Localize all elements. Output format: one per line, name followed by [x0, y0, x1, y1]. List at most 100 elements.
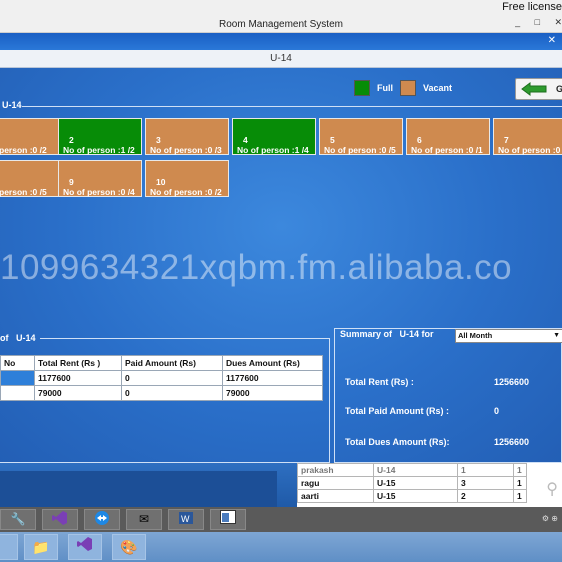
tools-icon[interactable]: 🔧 — [0, 509, 36, 530]
room-occupancy: No of person :1 /2 — [63, 145, 135, 155]
table-cell[interactable]: 0 — [121, 370, 223, 386]
room-occupancy: No of person :0 /3 — [150, 145, 222, 155]
room-number: 3 — [156, 135, 161, 145]
col-header: Paid Amount (Rs) — [121, 355, 223, 371]
room-tile[interactable]: 5 No of person :0 /5 — [319, 118, 403, 155]
total-rent-value: 1256600 — [494, 377, 530, 387]
table-row[interactable]: 79000 0 79000 — [0, 385, 323, 401]
room-tile[interactable]: 6 No of person :0 /1 — [406, 118, 490, 155]
maximize-button[interactable]: □ — [535, 17, 540, 27]
room-number: 4 — [243, 135, 248, 145]
room-occupancy: No of person :0 — [498, 145, 561, 155]
room-occupancy: No of person :0 /2 — [150, 187, 222, 197]
room-occupancy: No of person :0 /5 — [324, 145, 396, 155]
window-controls: _ □ ✕ — [505, 12, 562, 27]
close-button[interactable]: ✕ — [554, 17, 562, 28]
table-cell[interactable]: 1 — [513, 489, 527, 503]
total-paid-label: Total Paid Amount (Rs) : — [345, 406, 449, 416]
inner-close-icon[interactable]: ✕ — [548, 35, 556, 46]
table-row[interactable]: aarti U-15 2 1 — [297, 489, 527, 503]
table-cell[interactable]: 1 — [513, 463, 527, 477]
dues-table: No Total Rent (Rs ) Paid Amount (Rs) Due… — [0, 355, 323, 401]
total-paid-value: 0 — [494, 406, 500, 416]
table-cell[interactable]: 3 — [457, 476, 514, 490]
room-occupancy: No of person :0 /4 — [63, 187, 135, 197]
full-swatch — [354, 80, 370, 96]
room-number: 10 — [156, 177, 166, 187]
table-cell[interactable]: 2 — [457, 489, 514, 503]
paint-icon[interactable]: 🎨 — [112, 534, 146, 560]
vacant-swatch — [400, 80, 416, 96]
room-tile[interactable]: 2 No of person :1 /2 — [58, 118, 142, 155]
table-cell[interactable]: 1177600 — [34, 370, 122, 386]
room-tile[interactable]: 9 No of person :0 /4 — [58, 160, 142, 197]
room-dues-panel: of U-14 No Total Rent (Rs ) Paid Amount … — [0, 333, 330, 463]
section-divider — [22, 106, 562, 107]
table-row[interactable]: 1177600 0 1177600 — [0, 370, 323, 386]
section-label: U-14 — [2, 100, 22, 110]
table-cell[interactable] — [0, 370, 35, 386]
col-header: Total Rent (Rs ) — [34, 355, 122, 371]
room-number: 6 — [417, 135, 422, 145]
word-icon[interactable]: W — [168, 509, 204, 530]
start-icon[interactable] — [0, 534, 18, 560]
room-occupancy: No of person :0 /1 — [411, 145, 483, 155]
background-window — [0, 463, 297, 507]
vacant-label: Vacant — [423, 83, 453, 93]
total-dues-value: 1256600 — [494, 437, 530, 447]
room-tile[interactable]: 10 No of person :0 /2 — [145, 160, 229, 197]
summary-header: Summary of U-14 for — [340, 329, 434, 339]
teamviewer-icon[interactable] — [84, 509, 120, 530]
watermark: 1099634321xqbm.fm.alibaba.co — [0, 248, 513, 287]
room-tile[interactable]: 4 No of person :1 /4 — [232, 118, 316, 155]
system-tray[interactable]: ⚙ ⊕ — [542, 514, 558, 523]
table-cell[interactable]: U-15 — [373, 476, 458, 490]
room-number: 9 — [69, 177, 74, 187]
background-table-window: prakash U-14 1 1 ragu U-15 3 1 aarti U-1… — [297, 463, 562, 507]
table-cell[interactable]: aarti — [297, 489, 374, 503]
table-cell[interactable]: 1 — [513, 476, 527, 490]
room-tile[interactable]: 3 No of person :0 /3 — [145, 118, 229, 155]
table-cell[interactable]: ragu — [297, 476, 374, 490]
mail-icon[interactable]: ✉ — [126, 509, 162, 530]
table-cell[interactable]: U-15 — [373, 489, 458, 503]
table-cell[interactable]: prakash — [297, 463, 374, 477]
background-table: prakash U-14 1 1 ragu U-15 3 1 aarti U-1… — [297, 463, 527, 503]
summary-panel: Summary of U-14 for All Month ▼ Total Re… — [334, 328, 562, 463]
taskbar-top: 🔧 ✉ W ⚙ ⊕ — [0, 507, 562, 532]
table-row[interactable]: prakash U-14 1 1 — [297, 463, 527, 477]
table-row[interactable]: ragu U-15 3 1 — [297, 476, 527, 490]
go-back-button[interactable]: G — [515, 78, 562, 100]
table-cell[interactable]: 1177600 — [222, 370, 323, 386]
chevron-down-icon: ▼ — [553, 332, 560, 339]
month-select[interactable]: All Month ▼ — [455, 329, 562, 343]
inner-window-title: U-14 — [0, 50, 562, 68]
room-occupancy: No of person :1 /4 — [237, 145, 309, 155]
col-header: No — [0, 355, 35, 371]
title-bar: Free license Room Management System _ □ … — [0, 0, 562, 33]
table-cell[interactable] — [0, 385, 35, 401]
table-cell[interactable]: 79000 — [34, 385, 122, 401]
table-cell[interactable]: 1 — [457, 463, 514, 477]
taskbar-bottom: 📁 🎨 — [0, 532, 562, 562]
table-cell[interactable]: 0 — [121, 385, 223, 401]
visual-studio-icon[interactable] — [42, 509, 78, 530]
folder-icon[interactable]: 📁 — [24, 534, 58, 560]
window-icon[interactable] — [210, 509, 246, 530]
table-cell[interactable]: 79000 — [222, 385, 323, 401]
go-button-label: G — [556, 84, 562, 94]
room-tile[interactable]: 7 No of person :0 — [493, 118, 562, 155]
back-arrow-icon — [520, 82, 548, 96]
full-label: Full — [377, 83, 393, 93]
svg-text:W: W — [181, 514, 190, 524]
room-occupancy: person :0 /2 — [0, 145, 47, 155]
room-number: 2 — [69, 135, 74, 145]
total-rent-label: Total Rent (Rs) : — [345, 377, 414, 387]
col-header: Dues Amount (Rs) — [222, 355, 323, 371]
window-band: ✕ — [0, 33, 562, 50]
table-cell[interactable]: U-14 — [373, 463, 458, 477]
table-header-row: No Total Rent (Rs ) Paid Amount (Rs) Due… — [0, 355, 323, 371]
app-title: Room Management System — [219, 19, 343, 30]
minimize-button[interactable]: _ — [515, 17, 520, 27]
visual-studio-icon[interactable] — [68, 534, 102, 560]
